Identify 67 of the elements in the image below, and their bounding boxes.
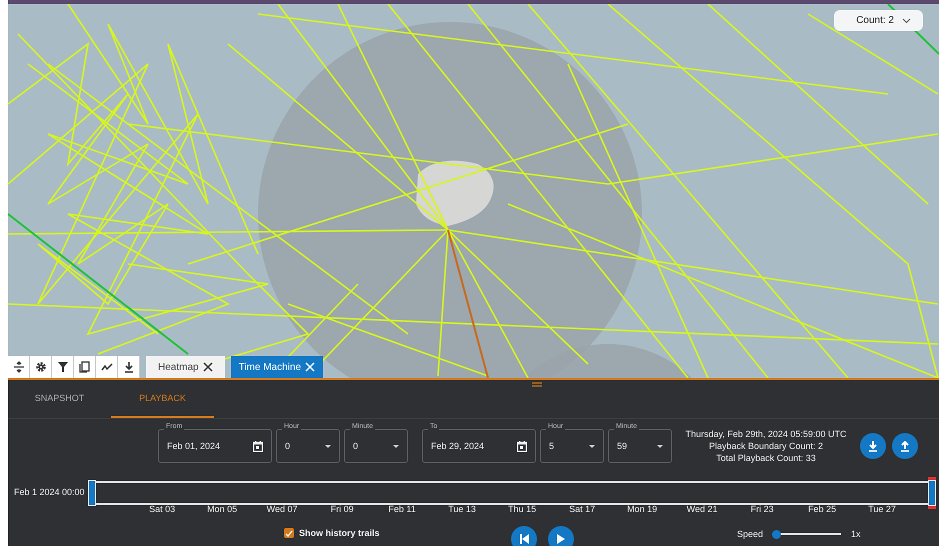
timeline-tick-label: Sat 03 (149, 504, 176, 514)
play-button[interactable] (548, 526, 574, 546)
line-chart-icon (100, 361, 112, 373)
range-end-handle[interactable] (928, 480, 936, 506)
download-icon (122, 361, 134, 373)
toolbar-button[interactable] (74, 356, 96, 378)
document-icon (78, 361, 90, 373)
checkbox-label: Show history trails (299, 528, 380, 538)
field-value: Feb 29, 2024 (431, 441, 484, 451)
range-start-handle[interactable] (88, 480, 96, 506)
upload-icon (900, 440, 910, 452)
chevron-down-icon (902, 18, 911, 24)
toolbar-button[interactable] (96, 356, 118, 378)
timeline-tick-label: Fri 09 (330, 504, 354, 514)
download-icon (868, 440, 878, 452)
timeline-start-label: Feb 1 2024 00:00 (14, 487, 86, 497)
panel-tab[interactable]: SNAPSHOT (8, 380, 111, 418)
summary-text: Playback Boundary Count: 2 (708, 440, 824, 452)
caret-down-icon (657, 444, 663, 448)
timeline-tick-label: Sat 17 (569, 504, 596, 514)
timeline-tick-label: Fri 23 (750, 504, 774, 514)
layer-tab[interactable]: Time Machine (230, 356, 324, 378)
settings-icon (34, 361, 46, 373)
drag-handle-icon (532, 382, 542, 387)
calendar-icon (517, 440, 527, 452)
summary-text: Total Playback Count: 33 (716, 452, 816, 464)
speed-reading: 1x (851, 529, 861, 539)
toolbar-button[interactable] (30, 356, 52, 378)
skip-back-button[interactable] (511, 526, 537, 546)
toolbar-button[interactable] (118, 356, 140, 378)
checkmark-icon (285, 530, 293, 536)
field-value: Feb 01, 2024 (167, 441, 220, 451)
field-value: 0 (285, 441, 290, 451)
timeline-tick-label: Feb 11 (388, 504, 416, 514)
speed-label: Speed (737, 529, 764, 539)
slider-thumb[interactable] (772, 530, 782, 538)
timeline-tick-label: Tue 27 (868, 504, 896, 514)
split-arrows-icon (12, 361, 24, 373)
caret-down-icon (393, 444, 399, 448)
panel-tab[interactable]: PLAYBACK (111, 380, 214, 418)
timeline-tick-label: Mon 05 (207, 504, 238, 514)
close-icon (202, 362, 213, 372)
caret-down-icon (325, 444, 331, 448)
count-dropdown[interactable]: Count: 2 (834, 10, 923, 31)
calendar-icon (253, 440, 263, 452)
skip-back-icon (520, 534, 528, 544)
toolbar-button[interactable] (8, 356, 30, 378)
upload-button[interactable] (892, 433, 918, 459)
timeline-tick-label: Tue 13 (448, 504, 476, 514)
timeline-tick-label: Thu 15 (508, 504, 536, 514)
checkbox[interactable] (284, 528, 294, 538)
field-value: 59 (617, 441, 628, 451)
play-icon (557, 534, 565, 544)
date-field[interactable]: Feb 29, 2024 (422, 429, 536, 463)
download-button[interactable] (860, 433, 886, 459)
field-value: 0 (353, 441, 358, 451)
layer-tab[interactable]: Heatmap (146, 356, 225, 378)
timeline-tick-label: Wed 21 (686, 504, 718, 514)
close-icon (305, 362, 316, 372)
timeline-tick-label: Wed 07 (266, 504, 298, 514)
caret-down-icon (589, 444, 595, 448)
timeline-tick-label: Feb 25 (808, 504, 836, 514)
timeline-tick-label: Mon 19 (627, 504, 658, 514)
toolbar-button[interactable] (52, 356, 74, 378)
field-value: 5 (549, 441, 554, 451)
summary-text: Thursday, Feb 29th, 2024 05:59:00 UTC (686, 428, 846, 440)
filter-icon (56, 361, 68, 373)
